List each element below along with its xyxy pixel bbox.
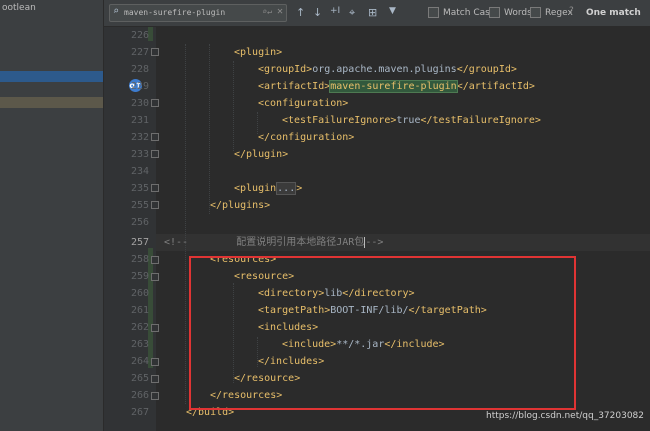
xml-tag: </plugin> — [234, 149, 289, 160]
line-number[interactable]: 266 — [104, 387, 149, 404]
words-checkbox-box[interactable] — [489, 7, 500, 18]
annotation-box — [189, 256, 576, 410]
xml-tag: <configuration> — [258, 98, 349, 109]
xml-tag: </configuration> — [258, 132, 355, 143]
words-label: Words — [504, 7, 532, 18]
watermark: https://blog.csdn.net/qq_37203082 — [486, 411, 645, 421]
xml-tag: </groupId> — [456, 64, 517, 75]
line-number[interactable]: 258 — [104, 251, 149, 268]
line-number[interactable]: 260 — [104, 285, 149, 302]
line-number[interactable]: 257 — [104, 234, 149, 251]
xml-tag: </plugins> — [210, 200, 271, 211]
code-text[interactable]: <groupId>org.apache.maven.plugins</group… — [258, 61, 517, 78]
line-number[interactable]: 267 — [104, 404, 149, 421]
line-number[interactable]: 227 — [104, 44, 149, 61]
code-line[interactable]: 230 <configuration> — [0, 95, 650, 112]
code-text[interactable]: </plugin> — [234, 146, 288, 163]
code-text[interactable]: <configuration> — [258, 95, 348, 112]
xml-tag: <plugin — [234, 183, 277, 194]
code-line[interactable]: 235 <plugin...> — [0, 180, 650, 197]
regex-checkbox[interactable]: Regex — [530, 7, 573, 18]
previous-occurrence-icon[interactable]: ↑ — [296, 6, 305, 19]
code-text[interactable]: <testFailureIgnore>true</testFailureIgno… — [282, 112, 541, 129]
match-case-label: Match Case — [443, 7, 496, 18]
code-text[interactable]: <plugin...> — [234, 180, 302, 197]
xml-tag: <artifactId> — [258, 81, 331, 92]
show-all-occurrences-icon[interactable]: ⊞ — [368, 6, 377, 19]
match-case-checkbox-box[interactable] — [428, 7, 439, 18]
line-number[interactable]: 255 — [104, 197, 149, 214]
line-number[interactable]: 262 — [104, 319, 149, 336]
code-line[interactable]: 256 — [0, 214, 650, 231]
line-number[interactable]: 228 — [104, 61, 149, 78]
line-number[interactable]: 232 — [104, 129, 149, 146]
code-line[interactable]: 226 — [0, 27, 650, 44]
code-line[interactable]: 227 <plugin> — [0, 44, 650, 61]
next-occurrence-icon[interactable]: ↓ — [313, 6, 322, 19]
line-number[interactable]: 263 — [104, 336, 149, 353]
xml-tag: <plugin> — [234, 47, 283, 58]
xml-comment: --> — [365, 237, 384, 248]
line-number[interactable]: 230 — [104, 95, 149, 112]
code-text[interactable]: <plugin> — [234, 44, 282, 61]
code-line[interactable]: 234 — [0, 163, 650, 180]
match-count-label: One match — [586, 8, 641, 18]
search-icon[interactable]: ⌕ — [113, 6, 119, 17]
folded-region[interactable]: ... — [276, 182, 297, 195]
regex-checkbox-box[interactable] — [530, 7, 541, 18]
find-bar: ⌕ ⌕↵ ✕ ↑ ↓ +I ⌖ ⊞ ▼ Match Case Words Reg… — [104, 0, 650, 27]
xml-comment: <!-- 配置说明引用本地路径JAR包 — [164, 237, 365, 248]
select-all-occurrences-icon[interactable]: ⌖ — [349, 6, 355, 20]
line-number[interactable]: 256 — [104, 214, 149, 231]
clear-search-icon[interactable]: ✕ — [277, 6, 283, 17]
line-number[interactable]: 261 — [104, 302, 149, 319]
line-number[interactable]: 259 — [104, 268, 149, 285]
xml-tag: </testFailureIgnore> — [420, 115, 541, 126]
filter-search-results-icon[interactable]: ▼ — [389, 6, 396, 16]
project-tree-item[interactable]: ootlean — [2, 3, 36, 13]
xml-tag: <testFailureIgnore> — [282, 115, 397, 126]
code-text[interactable]: <!-- 配置说明引用本地路径JAR包--> — [164, 234, 383, 251]
search-input[interactable] — [124, 6, 254, 19]
code-line[interactable]: 232 </configuration> — [0, 129, 650, 146]
xml-text: true — [396, 115, 421, 126]
line-number[interactable]: 265 — [104, 370, 149, 387]
search-options-icon[interactable]: ⌕↵ — [262, 7, 272, 16]
code-line[interactable]: 228 <groupId>org.apache.maven.plugins</gr… — [0, 61, 650, 78]
code-text[interactable]: </configuration> — [258, 129, 354, 146]
xml-text: org.apache.maven.plugins — [312, 64, 457, 75]
match-case-checkbox[interactable]: Match Case — [428, 7, 495, 18]
code-line[interactable]: 229 <artifactId>maven-surefire-plugin</ar… — [0, 78, 650, 95]
search-field[interactable]: ⌕ ⌕↵ ✕ — [109, 4, 287, 22]
code-line[interactable]: 231 <testFailureIgnore>true</testFailureI… — [0, 112, 650, 129]
line-number[interactable]: 231 — [104, 112, 149, 129]
xml-tag: </artifactId> — [456, 81, 535, 92]
regex-help-icon[interactable]: ? — [569, 6, 574, 16]
code-line[interactable]: 233 </plugin> — [0, 146, 650, 163]
code-line[interactable]: 257 <!-- 配置说明引用本地路径JAR包--> — [0, 234, 650, 251]
line-number[interactable]: 233 — [104, 146, 149, 163]
add-selection-icon[interactable]: +I — [330, 6, 340, 16]
search-match-highlight: maven-surefire-plugin — [329, 80, 458, 93]
line-number[interactable]: 229 — [104, 78, 149, 95]
xml-tag: <groupId> — [258, 64, 313, 75]
code-line[interactable]: 255 </plugins> — [0, 197, 650, 214]
line-number[interactable]: 235 — [104, 180, 149, 197]
xml-tag: > — [296, 183, 303, 194]
line-number[interactable]: 234 — [104, 163, 149, 180]
line-number[interactable]: 264 — [104, 353, 149, 370]
code-text[interactable]: </plugins> — [210, 197, 270, 214]
words-checkbox[interactable]: Words — [489, 7, 532, 18]
line-number[interactable]: 226 — [104, 27, 149, 44]
code-text[interactable]: <artifactId>maven-surefire-plugin</artif… — [258, 78, 535, 95]
